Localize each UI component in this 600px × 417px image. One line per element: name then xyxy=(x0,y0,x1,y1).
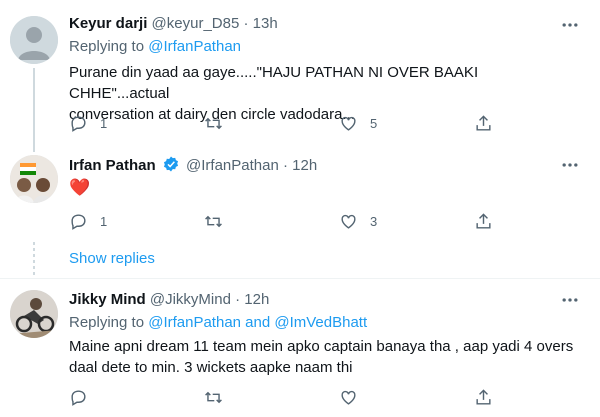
tweet-text: ❤️ xyxy=(69,178,91,197)
more-icon[interactable] xyxy=(560,290,580,310)
replying-to-link[interactable]: @IrfanPathan and @ImVedBhatt xyxy=(148,314,367,331)
replying-to-link[interactable]: @IrfanPathan xyxy=(148,38,241,55)
author-name[interactable]: Jikky Mind xyxy=(69,291,146,308)
action-bar: 1 5 xyxy=(69,113,509,133)
separator: · xyxy=(283,157,288,174)
action-bar xyxy=(69,387,509,407)
tweet-keyur[interactable]: Keyur darji @keyur_D85 · 13h Replying to… xyxy=(0,0,600,152)
author-handle[interactable]: @JikkyMind xyxy=(150,291,231,308)
tweet-text-line: Purane din yaad aa gaye....."HAJU PATHAN… xyxy=(69,64,479,102)
separator: · xyxy=(243,15,249,32)
replying-to: Replying to @IrfanPathan and @ImVedBhatt xyxy=(69,313,367,333)
retweet-button[interactable] xyxy=(204,211,223,231)
author-name[interactable]: Irfan Pathan xyxy=(69,157,156,174)
replying-to: Replying to @IrfanPathan xyxy=(69,37,241,57)
action-bar: 1 3 xyxy=(69,211,509,231)
more-icon[interactable] xyxy=(560,15,580,35)
reply-count: 1 xyxy=(100,213,108,229)
author-handle[interactable]: @IrfanPathan xyxy=(186,157,279,174)
avatar-keyur[interactable] xyxy=(10,16,58,64)
share-icon xyxy=(476,388,491,405)
reply-button[interactable] xyxy=(69,387,88,407)
tweet-header: Irfan Pathan @IrfanPathan · 12h xyxy=(69,155,317,179)
tweet-text-line: daal dete to min. 3 wickets aapke naam t… xyxy=(69,359,353,376)
share-icon xyxy=(476,212,491,229)
like-button[interactable]: 5 xyxy=(339,113,377,133)
retweet-button[interactable] xyxy=(204,113,223,133)
avatar-irfan[interactable] xyxy=(10,155,58,203)
timestamp[interactable]: 13h xyxy=(253,15,278,32)
tweet-header: Keyur darji @keyur_D85 · 13h xyxy=(69,14,278,34)
like-button[interactable]: 3 xyxy=(339,211,377,231)
reply-icon xyxy=(71,213,86,230)
like-count: 5 xyxy=(370,115,378,131)
tweet-text-line: Maine apni dream 11 team mein apko capta… xyxy=(69,338,574,355)
like-icon xyxy=(341,214,356,229)
share-icon xyxy=(476,114,491,131)
thread-line xyxy=(33,68,35,152)
tweet-header: Jikky Mind @JikkyMind · 12h xyxy=(69,290,269,310)
retweet-icon xyxy=(205,391,222,403)
reply-button[interactable]: 1 xyxy=(69,113,107,133)
share-button[interactable] xyxy=(474,113,493,133)
replying-to-label: Replying to xyxy=(69,38,145,55)
show-replies-link[interactable]: Show replies xyxy=(69,250,155,267)
like-count: 3 xyxy=(370,213,378,229)
reply-icon xyxy=(71,389,86,406)
tweet-irfan[interactable]: Irfan Pathan @IrfanPathan · 12h ❤️ 1 3 S… xyxy=(0,150,600,278)
tweet-jikky[interactable]: Jikky Mind @JikkyMind · 12h Replying to … xyxy=(0,279,600,417)
timestamp[interactable]: 12h xyxy=(292,157,317,174)
replying-to-label: Replying to xyxy=(69,314,145,331)
reply-count: 1 xyxy=(100,115,108,131)
author-name[interactable]: Keyur darji xyxy=(69,15,147,32)
like-icon xyxy=(341,116,356,131)
retweet-button[interactable] xyxy=(204,387,223,407)
author-handle[interactable]: @keyur_D85 xyxy=(152,15,240,32)
verified-icon xyxy=(162,155,180,179)
thread-continuation xyxy=(33,242,35,276)
share-button[interactable] xyxy=(474,211,493,231)
like-button[interactable] xyxy=(339,387,358,407)
separator: · xyxy=(235,291,241,308)
timestamp[interactable]: 12h xyxy=(244,291,269,308)
like-icon xyxy=(341,390,356,405)
reply-icon xyxy=(71,115,86,132)
more-icon[interactable] xyxy=(560,155,580,175)
share-button[interactable] xyxy=(474,387,493,407)
retweet-icon xyxy=(205,117,222,129)
tweet-text: Maine apni dream 11 team mein apko capta… xyxy=(69,336,579,378)
reply-button[interactable]: 1 xyxy=(69,211,107,231)
retweet-icon xyxy=(205,215,222,227)
avatar-jikky[interactable] xyxy=(10,290,58,338)
